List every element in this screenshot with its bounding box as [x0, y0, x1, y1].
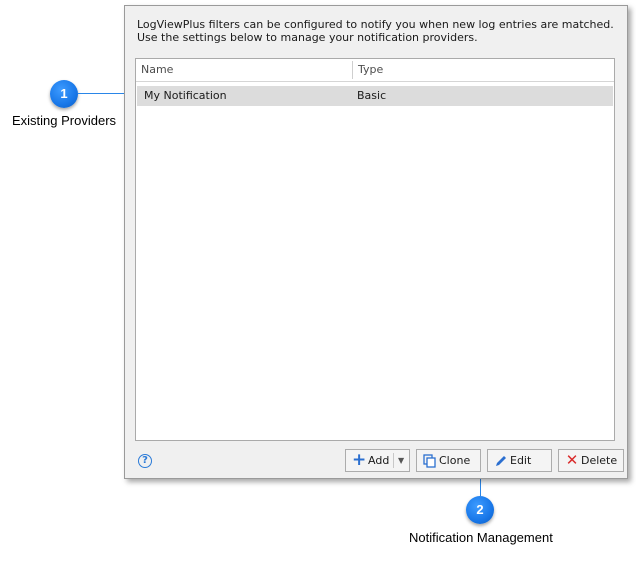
providers-table[interactable]: Name Type My Notification Basic — [135, 58, 615, 441]
table-row-selected[interactable]: My Notification Basic — [137, 86, 613, 106]
edit-button-label: Edit — [510, 454, 532, 467]
pencil-icon — [494, 450, 508, 471]
callout-1-badge: 1 — [50, 80, 78, 108]
edit-button[interactable]: Edit — [487, 449, 552, 472]
notification-providers-dialog: LogViewPlus filters can be configured to… — [124, 5, 628, 479]
clone-button[interactable]: Clone — [416, 449, 481, 472]
dialog-description: LogViewPlus filters can be configured to… — [137, 18, 614, 44]
add-button-label: Add — [368, 454, 390, 467]
x-icon: ✕ — [565, 451, 579, 469]
callout-1-label: Existing Providers — [12, 113, 117, 128]
cell-type: Basic — [357, 89, 387, 102]
delete-button-label: Delete — [581, 454, 618, 467]
cell-name: My Notification — [144, 89, 227, 102]
column-header-type[interactable]: Type — [353, 59, 613, 81]
split-divider — [393, 453, 394, 468]
callout-2-badge: 2 — [466, 496, 494, 524]
add-button[interactable]: + Add ▼ — [345, 449, 410, 472]
column-header-name[interactable]: Name — [136, 59, 352, 81]
help-icon[interactable]: ? — [138, 454, 152, 468]
plus-icon: + — [352, 450, 367, 470]
clone-icon — [423, 450, 437, 471]
chevron-down-icon[interactable]: ▼ — [398, 450, 404, 471]
callout-2-connector — [480, 479, 481, 496]
table-header: Name Type — [136, 59, 614, 82]
callout-2-label: Notification Management — [409, 530, 553, 545]
clone-button-label: Clone — [439, 454, 471, 467]
delete-button[interactable]: ✕ Delete — [558, 449, 624, 472]
